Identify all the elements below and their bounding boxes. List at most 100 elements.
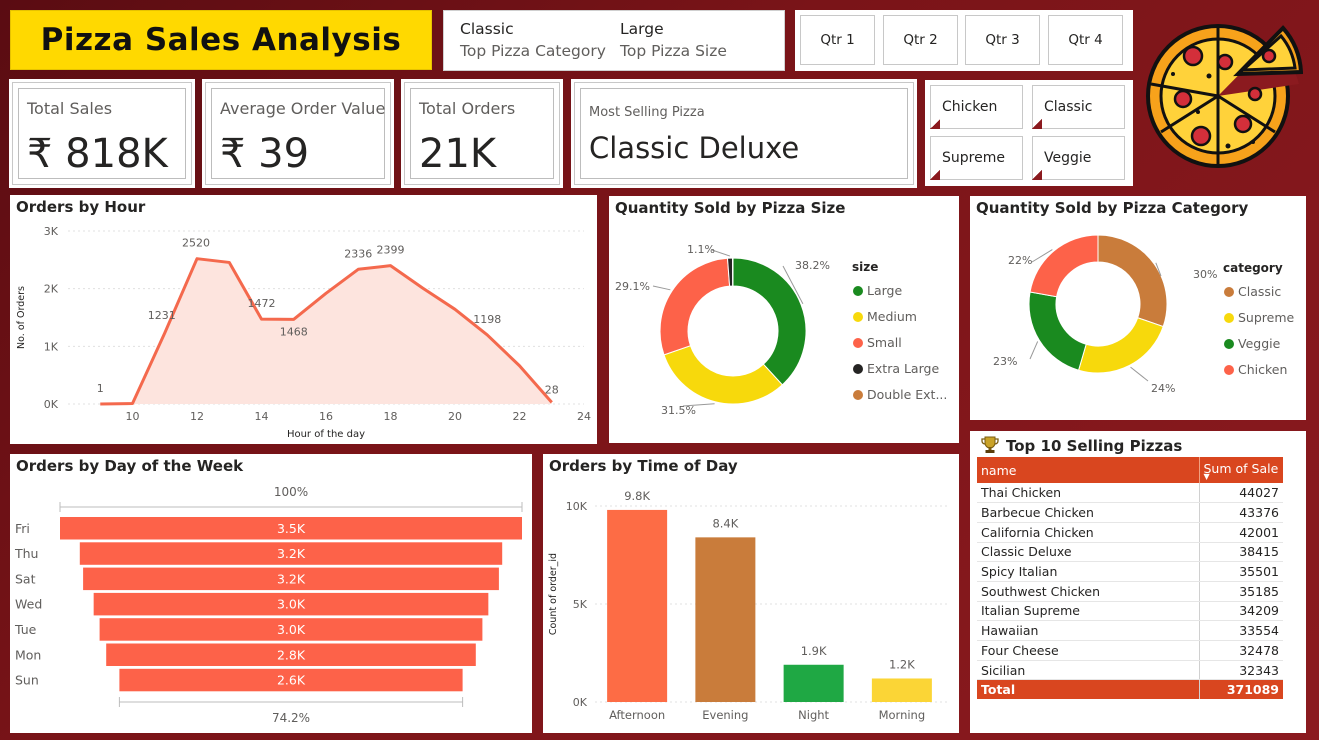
legend-label: Double Ext... [867,387,947,402]
kpi-most-selling-label: Most Selling Pizza [589,105,705,120]
x-tick-label: Morning [879,708,926,722]
funnel-bar-value: 3.5K [277,521,306,536]
slice-value-label: 31.5% [661,404,696,417]
bar-value-label: 1.2K [889,657,915,671]
total-label-cell: Total [977,679,1199,699]
legend-marker [1224,287,1234,297]
time-bar [783,664,844,702]
pizza-sale-cell: 35185 [1198,581,1283,602]
filter-chicken-button[interactable]: Chicken [930,85,1023,129]
top-size-label: Top Pizza Size [620,42,727,60]
x-tick-label: 22 [513,410,527,423]
data-label: 1231 [148,309,176,322]
pizza-sale-cell: 44027 [1198,483,1283,504]
slice-value-label: 38.2% [795,259,830,272]
kpi-avg-order-value: ₹ 39 [220,131,310,177]
pizza-sale-cell: 33554 [1198,620,1283,641]
orders-by-day-panel: Orders by Day of the Week 100% 3.5K Fri 3.2… [10,454,532,733]
kpi-total-orders-value: 21K [419,131,497,177]
funnel-category-label: Fri [15,521,30,536]
filter-supreme-button[interactable]: Supreme [930,136,1023,180]
slice-value-label: 29.1% [615,280,650,293]
legend-marker [1224,339,1234,349]
bar-value-label: 8.4K [712,516,738,530]
donut-slice [1097,234,1168,328]
y-axis-label: Count of order_id [548,553,559,635]
orders-by-hour-chart: 0K 1K 2K 3K 10 12 14 16 18 20 22 24 Hour of the day N… [16,225,591,440]
data-label: 2336 [344,247,372,260]
kpi-total-sales-label: Total Sales [27,99,113,118]
legend-label: Extra Large [867,361,939,376]
data-label: 1 [97,382,104,395]
pizza-sale-cell: 43376 [1198,502,1283,523]
dashboard-title: Pizza Sales Analysis [40,22,402,58]
pizza-name-cell: Spicy Italian [977,561,1199,582]
kpi-total-sales: Total Sales ₹ 818K [9,79,195,188]
legend-title: category [1223,261,1283,275]
col-header-name[interactable]: name [977,457,1199,483]
qtr-4-button[interactable]: Qtr 4 [1048,15,1123,65]
kpi-total-sales-value: ₹ 818K [27,131,168,177]
time-bar [695,537,756,702]
donut-slice [1028,291,1087,371]
donut-slice [1029,234,1099,298]
kpi-total-orders-label: Total Orders [419,99,516,118]
x-tick-label: 24 [577,410,591,423]
funnel-bar-value: 3.0K [277,622,306,637]
qtr-3-button[interactable]: Qtr 3 [965,15,1040,65]
donut-slice [1077,317,1164,374]
data-label: 1198 [473,313,501,326]
pizza-sale-cell: 42001 [1198,522,1283,543]
kpi-avg-order-label: Average Order Value [220,99,386,118]
pizza-name-cell: California Chicken [977,522,1199,543]
table-row: Southwest Chicken 35185 [977,581,1283,602]
x-tick-label: 12 [190,410,204,423]
dashboard-title-banner: Pizza Sales Analysis [10,10,432,70]
top-size-value: Large [620,20,664,38]
slice-value-label: 1.1% [687,243,715,256]
donut-slice [732,257,807,386]
pizza-sale-cell: 34209 [1198,601,1283,622]
top-category-block: Classic Top Pizza Category [460,18,606,62]
legend-label: Supreme [1238,310,1295,325]
table-row: Spicy Italian 35501 [977,561,1283,582]
legend-marker [853,338,863,348]
data-label: 1472 [248,297,276,310]
legend-marker [853,390,863,400]
total-value-cell: 371089 [1198,679,1283,699]
legend-label: Small [867,335,902,350]
funnel-category-label: Thu [14,546,38,561]
legend-label: Classic [1238,284,1281,299]
legend-label: Chicken [1238,362,1287,377]
slice-value-label: 23% [993,355,1017,368]
kpi-most-selling-pizza: Most Selling Pizza Classic Deluxe [571,79,917,188]
funnel-bar-value: 3.2K [277,571,306,586]
funnel-bottom-label: 74.2% [272,711,310,725]
funnel-category-label: Sun [15,673,39,688]
y-axis-label: No. of Orders [16,286,27,349]
legend-marker [1224,365,1234,375]
legend-marker [853,312,863,322]
col-header-sum-of-sale[interactable]: Sum of Sale ▼ [1198,457,1283,483]
x-tick-label: Afternoon [609,708,665,722]
donut-slice [659,257,731,356]
orders-by-time-chart: 0K 5K 10K Count of order_id 9.8K Afternoon 8.4… [548,489,948,722]
qtr-1-button[interactable]: Qtr 1 [800,15,875,65]
pizza-name-cell: Sicilian [977,660,1199,681]
pizza-name-cell: Thai Chicken [977,483,1199,504]
funnel-category-label: Mon [15,647,41,662]
pizza-name-cell: Four Cheese [977,640,1199,661]
time-bar [871,678,932,702]
pizza-sale-cell: 32478 [1198,640,1283,661]
slice-value-label: 22% [1008,254,1032,267]
table-header-row: name Sum of Sale ▼ [977,457,1283,483]
quarter-slicer: Qtr 1 Qtr 2 Qtr 3 Qtr 4 [795,10,1133,71]
kpi-average-order-value: Average Order Value ₹ 39 [202,79,394,188]
legend-marker [1224,313,1234,323]
data-label: 28 [545,383,559,396]
filter-veggie-button[interactable]: Veggie [1032,136,1125,180]
kpi-most-selling-value: Classic Deluxe [589,131,800,165]
qtr-2-button[interactable]: Qtr 2 [883,15,958,65]
pizza-name-cell: Hawaiian [977,620,1199,641]
filter-classic-button[interactable]: Classic [1032,85,1125,129]
